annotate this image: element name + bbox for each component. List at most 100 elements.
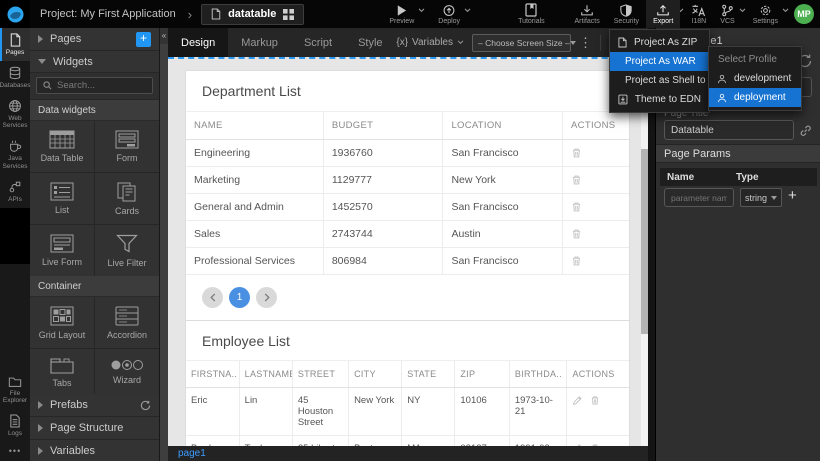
settings-button[interactable]: Settings xyxy=(746,0,785,28)
widget-tile-list[interactable]: List xyxy=(30,173,94,224)
table-row[interactable]: Professional Services 806984 San Francis… xyxy=(186,248,629,275)
widget-search-input[interactable]: Search... xyxy=(36,77,153,94)
rail-item-apis[interactable]: APIs xyxy=(0,175,30,208)
delete-row-icon[interactable] xyxy=(571,174,582,186)
table-row[interactable]: Sales 2743744 Austin xyxy=(186,221,629,248)
col-header[interactable]: NAME xyxy=(186,112,323,140)
widget-tile-live-form[interactable]: Live Form xyxy=(30,225,94,276)
cell-name: Marketing xyxy=(186,167,323,194)
canvas-scrollbar[interactable] xyxy=(641,59,648,446)
menu-item-theme-to-edn[interactable]: Theme to EDN xyxy=(610,90,709,109)
rail-item-logs[interactable]: Logs xyxy=(0,409,30,442)
prev-page-button[interactable] xyxy=(202,287,223,308)
table-row[interactable]: General and Admin 1452570 San Francisco xyxy=(186,194,629,221)
table-row[interactable]: Marketing 1129777 New York xyxy=(186,167,629,194)
col-header[interactable]: ZIP xyxy=(455,361,509,388)
bind-link-icon[interactable] xyxy=(799,124,812,137)
variables-section-header[interactable]: Variables xyxy=(30,440,159,461)
delete-row-icon[interactable] xyxy=(571,228,582,240)
artifacts-button[interactable]: Artifacts xyxy=(567,0,606,28)
i18n-button[interactable]: I18N xyxy=(684,0,713,28)
menu-item-project-as-zip[interactable]: Project As ZIP xyxy=(610,33,709,52)
prefabs-section-header[interactable]: Prefabs xyxy=(30,394,159,417)
col-header[interactable]: CITY xyxy=(349,361,402,388)
rail-item-java-services[interactable]: Java Services xyxy=(0,134,30,175)
vcs-button[interactable]: VCS xyxy=(713,0,741,28)
widget-tile-data-table[interactable]: Data Table xyxy=(30,121,94,172)
collapse-panel-icon[interactable]: « xyxy=(160,28,168,44)
preview-button[interactable]: Preview xyxy=(382,0,421,28)
table-row[interactable]: Brad Tucker 25 Liberty Pl Boston MA 0212… xyxy=(186,436,629,447)
tab-design[interactable]: Design xyxy=(168,28,228,57)
widget-tile-form[interactable]: Form xyxy=(95,121,159,172)
security-button[interactable]: Security xyxy=(607,0,646,28)
col-header[interactable]: FIRSTNA.. xyxy=(186,361,239,388)
add-page-button[interactable]: + xyxy=(136,32,151,47)
menu-item-deployment[interactable]: deployment xyxy=(709,88,801,107)
design-canvas[interactable]: Department List NAME BUDGET LOCATION ACT… xyxy=(168,57,648,446)
more-options-kebab-icon[interactable]: ⋮ xyxy=(579,36,592,49)
widget-tile-tabs[interactable]: Tabs xyxy=(30,349,94,394)
user-avatar[interactable]: MP xyxy=(794,4,814,24)
menu-item-project-as-war[interactable]: Project As WAR xyxy=(610,52,709,71)
next-page-button[interactable] xyxy=(256,287,277,308)
status-page-tab[interactable]: page1 xyxy=(168,448,206,459)
rail-item-pages[interactable]: Pages xyxy=(0,28,30,61)
pages-section-header[interactable]: Pages + xyxy=(30,28,159,51)
canvas-scrollbar-thumb[interactable] xyxy=(641,149,648,334)
col-header[interactable]: BIRTHDA.. xyxy=(509,361,567,388)
widget-tile-cards[interactable]: Cards xyxy=(95,173,159,224)
export-button[interactable]: Export xyxy=(646,0,680,28)
add-param-button[interactable]: + xyxy=(788,187,797,204)
page-structure-section-header[interactable]: Page Structure xyxy=(30,417,159,440)
i18n-translate-icon xyxy=(691,4,706,17)
col-header[interactable]: LOCATION xyxy=(443,112,563,140)
table-row[interactable]: Eric Lin 45 Houston Street New York NY 1… xyxy=(186,388,629,436)
col-header[interactable]: LASTNAME xyxy=(239,361,292,388)
tab-markup[interactable]: Markup xyxy=(228,28,291,57)
rail-label: Web Services xyxy=(1,115,29,131)
screen-size-select[interactable]: – Choose Screen Size – xyxy=(472,34,571,52)
col-header[interactable]: STATE xyxy=(402,361,455,388)
refresh-prefabs-icon[interactable] xyxy=(140,400,151,411)
delete-row-icon[interactable] xyxy=(571,255,582,267)
param-type-select[interactable]: string xyxy=(740,188,782,207)
widgets-section-header[interactable]: Widgets xyxy=(30,51,159,73)
rail-item-file-explorer[interactable]: File Explorer xyxy=(0,371,30,410)
cell-name: Sales xyxy=(186,221,323,248)
rail-item-web-services[interactable]: Web Services xyxy=(0,94,30,135)
table-row[interactable]: Engineering 1936760 San Francisco xyxy=(186,140,629,167)
col-header[interactable]: ACTIONS xyxy=(567,361,629,388)
dashboard-grid-icon[interactable] xyxy=(283,9,294,20)
col-header[interactable]: ACTIONS xyxy=(563,112,629,140)
param-name-input[interactable] xyxy=(664,188,734,207)
widget-tile-accordion[interactable]: Accordion xyxy=(95,297,159,348)
deploy-button[interactable]: Deploy xyxy=(431,0,467,28)
menu-item-development[interactable]: development xyxy=(709,69,801,88)
delete-row-icon[interactable] xyxy=(590,395,600,406)
tab-script[interactable]: Script xyxy=(291,28,345,57)
department-list-widget[interactable]: Department List NAME BUDGET LOCATION ACT… xyxy=(185,70,630,322)
delete-row-icon[interactable] xyxy=(571,147,582,159)
page-title-input[interactable] xyxy=(664,120,794,140)
page-number-button[interactable]: 1 xyxy=(229,287,250,308)
menu-item-project-shell-to-edn[interactable]: Project as Shell to EDN xyxy=(610,71,709,90)
employee-list-widget[interactable]: Employee List FIRSTNA.. LASTNAME STREET … xyxy=(185,320,630,446)
open-page-tab[interactable]: datatable xyxy=(201,4,304,25)
delete-row-icon[interactable] xyxy=(571,201,582,213)
variables-dropdown[interactable]: {x} Variables xyxy=(396,37,464,48)
widget-tile-grid-layout[interactable]: Grid Layout xyxy=(30,297,94,348)
widget-tile-wizard[interactable]: Wizard xyxy=(95,349,159,394)
cell-location: New York xyxy=(443,167,563,194)
rail-more-button[interactable]: ••• xyxy=(0,442,30,461)
widget-tile-live-filter[interactable]: Live Filter xyxy=(95,225,159,276)
panel-gutter[interactable]: « xyxy=(160,28,168,461)
col-header[interactable]: BUDGET xyxy=(323,112,443,140)
edit-row-icon[interactable] xyxy=(572,395,582,406)
app-logo[interactable] xyxy=(0,0,30,28)
tutorials-button[interactable]: Tutorials xyxy=(511,0,552,28)
rail-item-databases[interactable]: Databases xyxy=(0,61,30,94)
cell-street: 45 Houston Street xyxy=(292,388,348,436)
col-header[interactable]: STREET xyxy=(292,361,348,388)
tab-style[interactable]: Style xyxy=(345,28,395,57)
